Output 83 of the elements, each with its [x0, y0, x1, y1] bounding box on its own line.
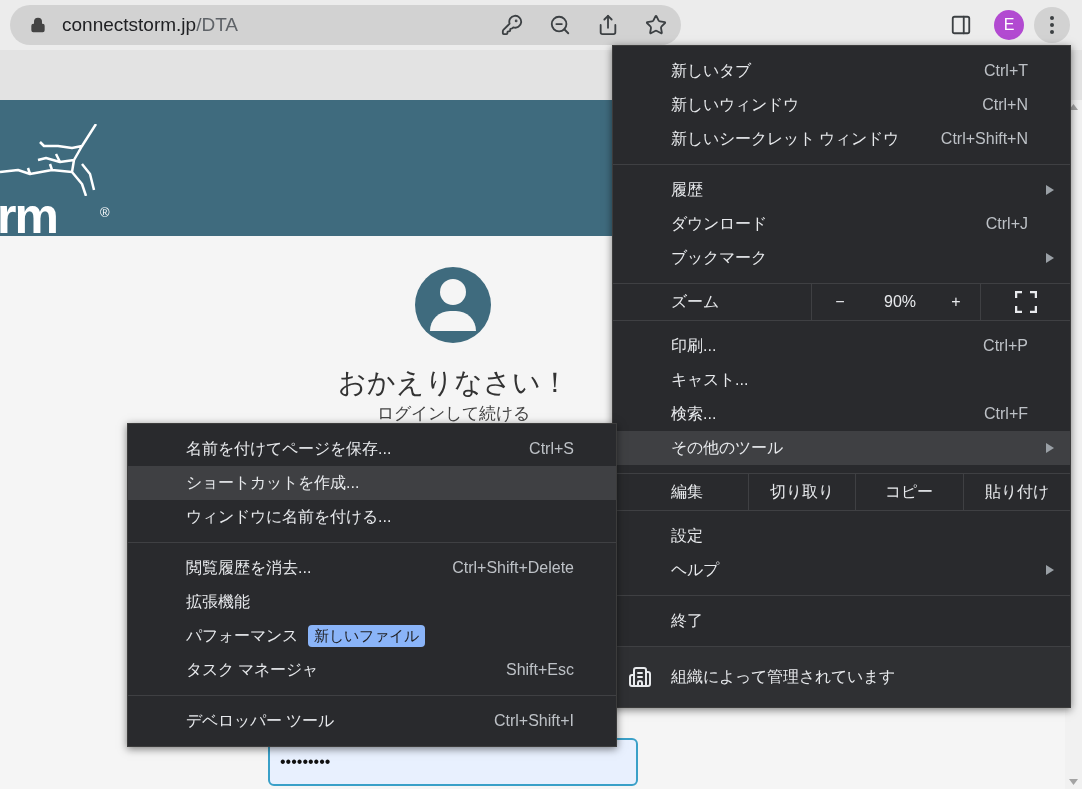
shortcut-text: Ctrl+T: [984, 61, 1028, 81]
zoom-label: ズーム: [670, 292, 720, 312]
menu-item-label: ウィンドウに名前を付ける...: [186, 507, 392, 527]
key-icon[interactable]: [501, 14, 523, 36]
bookmark-star-icon[interactable]: [645, 14, 667, 36]
zoom-out-button[interactable]: −: [812, 290, 868, 314]
side-panel-icon[interactable]: [950, 14, 972, 36]
zoom-level: 90%: [883, 292, 917, 312]
menu-item-label: ダウンロード: [671, 214, 767, 234]
url-text: connectstorm.jp/DTA: [62, 12, 238, 37]
address-bar[interactable]: connectstorm.jp/DTA: [10, 5, 681, 45]
menu-item[interactable]: 設定: [613, 519, 1070, 553]
menu-item-label: 終了: [671, 611, 703, 631]
menu-item-label: デベロッパー ツール: [186, 711, 335, 731]
share-icon[interactable]: [597, 14, 619, 36]
edit-action-button[interactable]: 切り取り: [748, 474, 856, 510]
menu-item-label: 新しいシークレット ウィンドウ: [671, 129, 900, 149]
menu-item[interactable]: ヘルプ: [613, 553, 1070, 587]
menu-item[interactable]: 終了: [613, 604, 1070, 638]
submenu-arrow-icon: [1046, 185, 1054, 195]
shortcut-text: Ctrl+J: [985, 214, 1028, 234]
menu-icon: [1050, 16, 1054, 34]
menu-item-label: 検索...: [671, 404, 717, 424]
shortcut-text: Ctrl+Shift+I: [493, 711, 574, 731]
menu-item-label: 名前を付けてページを保存...: [186, 439, 392, 459]
menu-item-label: タスク マネージャ: [186, 660, 319, 680]
menu-item-label: 設定: [671, 526, 703, 546]
menu-item[interactable]: 拡張機能: [128, 585, 616, 619]
logo-text: rm: [0, 196, 58, 236]
menu-item[interactable]: デベロッパー ツール Ctrl+Shift+I: [128, 704, 616, 738]
registered-mark: ®: [100, 203, 110, 222]
submenu-arrow-icon: [1046, 443, 1054, 453]
building-icon: [628, 665, 652, 689]
shortcut-text: Ctrl+N: [982, 95, 1028, 115]
edit-action-button[interactable]: 貼り付け: [963, 474, 1070, 510]
menu-item-label: 拡張機能: [186, 592, 250, 612]
menu-item-label: 閲覧履歴を消去...: [186, 558, 312, 578]
lightning-icon: [0, 124, 100, 196]
shortcut-text: Ctrl+P: [983, 336, 1028, 356]
menu-item-label: キャスト...: [671, 370, 749, 390]
profile-avatar[interactable]: E: [994, 10, 1024, 40]
menu-item[interactable]: 新しいシークレット ウィンドウ Ctrl+Shift+N: [613, 122, 1070, 156]
menu-item[interactable]: ブックマーク: [613, 241, 1070, 275]
menu-item-label: 印刷...: [671, 336, 717, 356]
managed-text: 組織によって管理されています: [671, 667, 895, 687]
menu-item[interactable]: キャスト...: [613, 363, 1070, 397]
menu-item-label: 新しいウィンドウ: [671, 95, 799, 115]
shortcut-text: Ctrl+Shift+Delete: [452, 558, 574, 578]
zoom-in-button[interactable]: +: [932, 290, 980, 314]
scroll-up-icon[interactable]: [1069, 104, 1078, 110]
menu-item[interactable]: ショートカットを作成...: [128, 466, 616, 500]
menu-item-label: ヘルプ: [671, 560, 719, 580]
zoom-out-icon[interactable]: [549, 14, 571, 36]
shortcut-text: Ctrl+Shift+N: [940, 129, 1028, 149]
menu-item[interactable]: 検索... Ctrl+F: [613, 397, 1070, 431]
menu-item-label: 履歴: [671, 180, 703, 200]
menu-item[interactable]: ウィンドウに名前を付ける...: [128, 500, 616, 534]
menu-button[interactable]: [1034, 7, 1070, 43]
menu-item-label: ブックマーク: [671, 248, 767, 268]
menu-item[interactable]: 名前を付けてページを保存... Ctrl+S: [128, 432, 616, 466]
login-subheading: ログインして続ける: [376, 403, 530, 425]
lock-icon: [30, 17, 46, 33]
menu-item[interactable]: 印刷... Ctrl+P: [613, 329, 1070, 363]
menu-item[interactable]: 履歴: [613, 173, 1070, 207]
shortcut-text: Ctrl+F: [984, 404, 1028, 424]
fullscreen-icon[interactable]: [1014, 291, 1037, 313]
menu-item-label: 新しいタブ: [671, 61, 751, 81]
menu-item[interactable]: 閲覧履歴を消去... Ctrl+Shift+Delete: [128, 551, 616, 585]
menu-item[interactable]: 新しいウィンドウ Ctrl+N: [613, 88, 1070, 122]
menu-item-label: ショートカットを作成...: [186, 473, 360, 493]
menu-item-label: パフォーマンス: [186, 626, 298, 646]
edit-label: 編集: [670, 482, 704, 502]
menu-item[interactable]: ダウンロード Ctrl+J: [613, 207, 1070, 241]
new-badge: 新しいファイル: [308, 625, 425, 647]
submenu-arrow-icon: [1046, 253, 1054, 263]
menu-item[interactable]: タスク マネージャ Shift+Esc: [128, 653, 616, 687]
edit-action-button[interactable]: コピー: [856, 474, 963, 510]
menu-item-label: その他のツール: [671, 438, 783, 458]
submenu-arrow-icon: [1046, 565, 1054, 575]
shortcut-text: Shift+Esc: [505, 660, 574, 680]
shortcut-text: Ctrl+S: [529, 439, 574, 459]
welcome-heading: おかえりなさい！: [337, 366, 569, 400]
menu-item[interactable]: パフォーマンス 新しいファイル: [128, 619, 616, 653]
